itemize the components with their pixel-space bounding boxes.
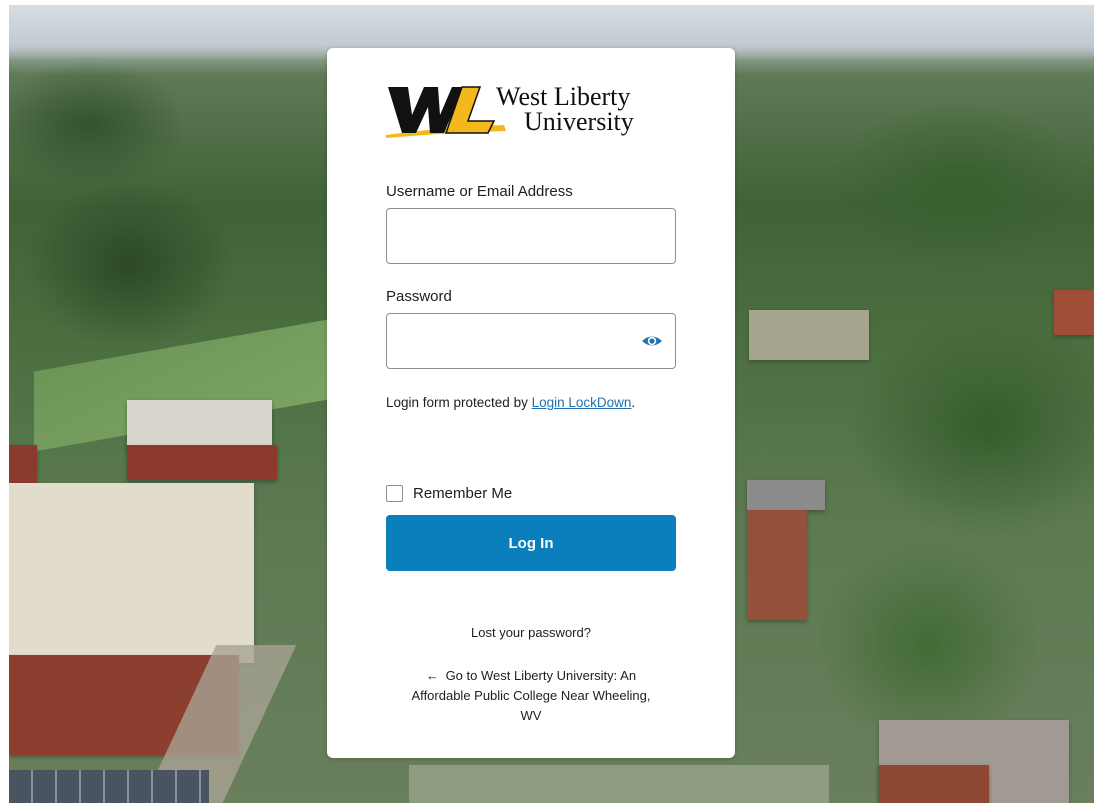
protection-suffix: . [631, 395, 636, 410]
back-arrow-icon: ← [425, 668, 439, 683]
username-input[interactable] [387, 209, 675, 263]
username-label: Username or Email Address [386, 183, 573, 200]
password-label: Password [386, 288, 452, 305]
eye-icon[interactable] [641, 331, 663, 351]
login-card: West Liberty University Username or Emai… [327, 48, 735, 758]
lost-password-link[interactable]: Lost your password? [327, 625, 735, 640]
protection-notice: Login form protected by Login LockDown. [386, 392, 676, 413]
password-input[interactable] [387, 314, 675, 368]
logo-graphic: West Liberty University [386, 82, 634, 138]
logo-text-line2: University [524, 107, 634, 136]
back-to-site-link[interactable]: ← Go to West Liberty University: An Affo… [411, 666, 651, 726]
log-in-button[interactable]: Log In [386, 515, 676, 571]
remember-me-checkbox[interactable] [386, 485, 403, 502]
west-liberty-logo[interactable]: West Liberty University [384, 75, 674, 140]
username-field-wrapper [386, 208, 676, 264]
protection-text: Login form protected by [386, 395, 532, 410]
login-page: West Liberty University Username or Emai… [0, 0, 1095, 803]
login-lockdown-link[interactable]: Login LockDown [532, 395, 632, 410]
remember-me-row: Remember Me [386, 485, 512, 502]
password-field-wrapper [386, 313, 676, 369]
remember-me-label[interactable]: Remember Me [413, 485, 512, 502]
back-to-site-text[interactable]: Go to West Liberty University: An Afford… [412, 668, 651, 723]
